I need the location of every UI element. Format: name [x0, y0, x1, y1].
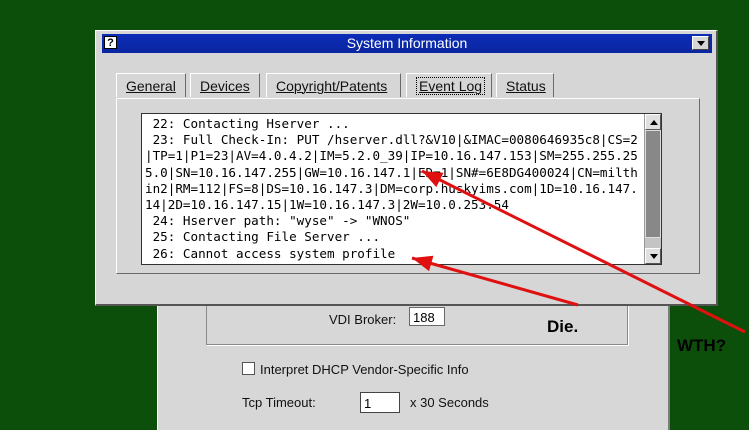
- dhcp-option[interactable]: Interpret DHCP Vendor-Specific Info: [242, 362, 469, 377]
- tcp-timeout-input[interactable]: 1: [360, 392, 400, 413]
- annotation-die: Die.: [547, 317, 579, 336]
- dhcp-checkbox[interactable]: [242, 362, 255, 375]
- title-bar[interactable]: ? System Information: [102, 34, 712, 53]
- event-log-textarea[interactable]: 22: Contacting Hserver ... 23: Full Chec…: [141, 113, 662, 265]
- tcp-timeout-unit: x 30 Seconds: [410, 395, 489, 410]
- tab-general[interactable]: General: [116, 73, 186, 97]
- tab-status[interactable]: Status: [496, 73, 554, 97]
- vdi-broker-label: VDI Broker:: [329, 312, 397, 327]
- tcp-timeout-label: Tcp Timeout:: [242, 395, 316, 410]
- scroll-thumb[interactable]: [645, 130, 661, 238]
- vdi-broker-input[interactable]: 188: [409, 307, 445, 326]
- window-title: System Information: [346, 35, 468, 51]
- collapse-icon[interactable]: [692, 36, 709, 50]
- scroll-down-icon[interactable]: [645, 248, 661, 264]
- dhcp-label: Interpret DHCP Vendor-Specific Info: [260, 362, 469, 377]
- annotation-wth: WTH?: [677, 336, 727, 355]
- tab-event-log[interactable]: Event Log: [406, 73, 492, 97]
- system-information-dialog: ? System Information General Devices Cop…: [95, 30, 718, 306]
- event-log-scrollbar[interactable]: [644, 114, 661, 264]
- background-dialog: VDI Broker: 188 Interpret DHCP Vendor-Sp…: [157, 290, 670, 430]
- scroll-up-icon[interactable]: [645, 114, 661, 130]
- tab-devices[interactable]: Devices: [190, 73, 260, 97]
- event-log-text: 22: Contacting Hserver ... 23: Full Chec…: [145, 116, 638, 261]
- tab-copyright-patents[interactable]: Copyright/Patents: [266, 73, 401, 97]
